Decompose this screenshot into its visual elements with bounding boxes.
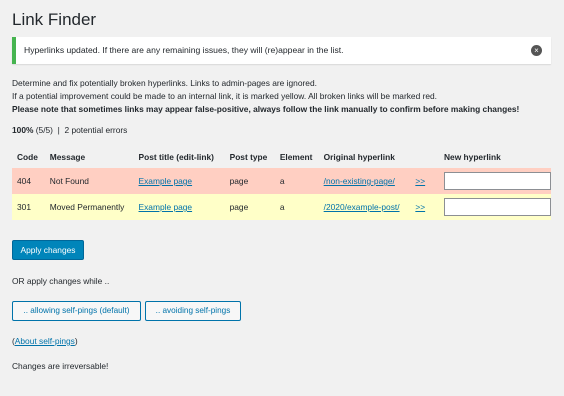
header-follow [410, 146, 439, 168]
progress-count: (5/5) [35, 125, 53, 135]
apply-changes-button[interactable]: Apply changes [12, 240, 84, 260]
page-title: Link Finder [12, 10, 97, 29]
new-hyperlink-input[interactable] [444, 198, 551, 216]
cell-code: 404 [12, 168, 45, 194]
follow-link[interactable]: >> [415, 176, 425, 186]
cell-message: Moved Permanently [44, 194, 134, 220]
avoid-self-pings-button[interactable]: .. avoiding self-pings [145, 301, 241, 321]
cell-post-type: page [224, 168, 275, 194]
about-self-pings: (About self-pings) [12, 336, 78, 346]
table-header-row: Code Message Post title (edit-link) Post… [12, 146, 551, 168]
summary-separator: | [57, 125, 60, 135]
allow-self-pings-button[interactable]: .. allowing self-pings (default) [12, 301, 141, 321]
success-notice: Hyperlinks updated. If there are any rem… [12, 37, 551, 64]
error-count: 2 potential errors [64, 125, 128, 135]
scan-summary: 100% (5/5) | 2 potential errors [12, 125, 127, 135]
description: Determine and fix potentially broken hyp… [12, 77, 519, 116]
new-hyperlink-input[interactable] [444, 172, 551, 190]
table-row: 404 Not Found Example page page a /non-e… [12, 168, 551, 194]
original-hyperlink[interactable]: /2020/example-post/ [324, 202, 400, 212]
original-hyperlink[interactable]: /non-existing-page/ [324, 176, 395, 186]
about-self-pings-link[interactable]: About self-pings [15, 336, 75, 346]
header-post-type: Post type [229, 152, 268, 162]
follow-link[interactable]: >> [415, 202, 425, 212]
description-warning: Please note that sometimes links may app… [12, 104, 520, 114]
post-title-link[interactable]: Example page [139, 202, 193, 212]
table-row: 301 Moved Permanently Example page page … [12, 194, 551, 220]
cell-element: a [274, 168, 319, 194]
header-message: Message [49, 152, 86, 162]
header-element: Element [279, 152, 313, 162]
irreversible-warning: Changes are irreversable! [12, 361, 109, 371]
dismiss-icon[interactable]: × [531, 45, 542, 56]
cell-element: a [274, 194, 319, 220]
notice-text: Hyperlinks updated. If there are any rem… [24, 45, 344, 55]
header-original-hyperlink: Original hyperlink [323, 152, 395, 162]
header-new-hyperlink: New hyperlink [444, 152, 501, 162]
cell-code: 301 [12, 194, 45, 220]
links-table: Code Message Post title (edit-link) Post… [12, 146, 551, 220]
cell-message: Not Found [44, 168, 134, 194]
description-line-1: Determine and fix potentially broken hyp… [12, 78, 317, 88]
paren-close: ) [74, 336, 78, 346]
header-post-title: Post title (edit-link) [138, 152, 214, 162]
description-line-2: If a potential improvement could be made… [12, 91, 438, 101]
or-apply-text: OR apply changes while .. [12, 276, 110, 286]
progress-percent: 100% [12, 125, 34, 135]
header-code: Code [17, 152, 38, 162]
cell-post-type: page [224, 194, 275, 220]
post-title-link[interactable]: Example page [139, 176, 193, 186]
